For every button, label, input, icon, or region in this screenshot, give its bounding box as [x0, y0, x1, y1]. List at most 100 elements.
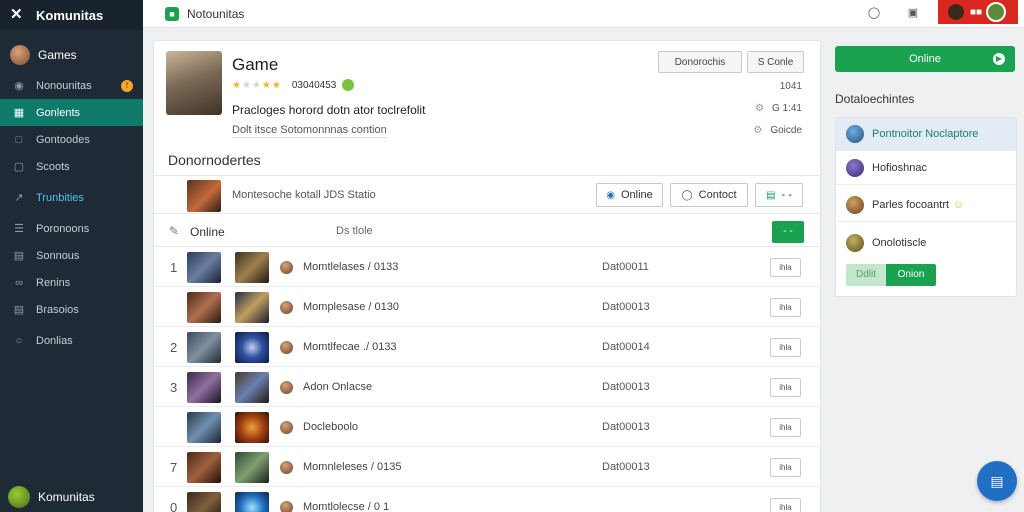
- add-button[interactable]: - -: [772, 221, 804, 243]
- sidebar-item-trunbities[interactable]: ↗ Trunbities: [0, 184, 143, 211]
- row-thumbnail: [235, 332, 269, 363]
- sidebar-badge: !: [121, 79, 133, 92]
- row-action-button[interactable]: ihla: [770, 458, 801, 477]
- table-row[interactable]: 0 Momtlolecse / 0 1 ihla: [154, 488, 822, 512]
- sidebar-item-gontoodes[interactable]: □ Gontoodes: [0, 126, 143, 153]
- contact-filter-label: Contoct: [698, 189, 737, 201]
- row-action-button[interactable]: ihla: [770, 338, 801, 357]
- avatar: [846, 125, 864, 143]
- avatar: [280, 341, 293, 354]
- status-label: Online: [909, 53, 941, 65]
- table-row[interactable]: 1 Momtlelases / 0133 Dat00011 ihla: [154, 248, 822, 287]
- secondary-action-button[interactable]: S Conle: [747, 51, 804, 73]
- gear-icon: ⚙: [755, 103, 764, 114]
- sidebar-item-label: Sonnous: [36, 249, 80, 262]
- footer-user-label: Komunitas: [38, 490, 95, 504]
- top-user-menu[interactable]: ■■: [938, 0, 1018, 24]
- avatar: [280, 461, 293, 474]
- sidebar-item-scoots[interactable]: ▢ Scoots: [0, 153, 143, 180]
- avatar: [986, 2, 1007, 22]
- grid-icon: ▦: [13, 107, 25, 119]
- row-number: 0: [170, 500, 178, 512]
- table-row[interactable]: 2 Momtlfecae ./ 0133 Dat00014 ihla: [154, 328, 822, 367]
- brand-name: Komunitas: [36, 7, 104, 23]
- table-row[interactable]: 7 Momnleleses / 0135 Dat00013 ihla: [154, 448, 822, 487]
- table-row[interactable]: Docleboolo Dat00013 ihla: [154, 408, 822, 447]
- sidebar-item-nonounitas[interactable]: ◉ Nonounitas !: [0, 72, 143, 99]
- row-action-button[interactable]: ihla: [770, 298, 801, 317]
- sidebar-item-gonlents[interactable]: ▦ Gonlents: [0, 99, 143, 126]
- filter-row: Montesoche kotall JDS Statio ◉ Online ◯ …: [154, 176, 822, 214]
- sidebar-item-label: Trunbities: [36, 191, 84, 204]
- avatar: [948, 4, 964, 20]
- row-name: Momplesase / 0130: [303, 301, 399, 313]
- row-thumbnail: [235, 412, 269, 443]
- notification-icon[interactable]: ▣: [906, 6, 920, 20]
- list-header-status: Ds tlole: [336, 225, 373, 237]
- row-date: Dat00014: [602, 341, 650, 353]
- row-action-button[interactable]: ihla: [770, 378, 801, 397]
- table-row[interactable]: Momplesase / 0130 Dat00013 ihla: [154, 288, 822, 327]
- sidebar-item-donlias[interactable]: ○ Donlias: [0, 327, 143, 354]
- online-status-button[interactable]: Online ▶: [835, 46, 1015, 72]
- users-icon: ◉: [14, 80, 24, 92]
- row-thumbnail: [187, 252, 221, 283]
- sidebar-item-label: Brasoios: [36, 303, 79, 316]
- row-date: Dat00013: [602, 381, 650, 393]
- list-item[interactable]: Pontnoitor Noclaptore: [836, 118, 1016, 151]
- extra-filter-button[interactable]: ▤ - -: [755, 183, 803, 207]
- shield-icon[interactable]: ◯: [867, 6, 881, 20]
- list-item[interactable]: Hofioshnac: [836, 152, 1016, 185]
- circle-icon: ○: [15, 334, 23, 347]
- online-filter-label: Online: [620, 189, 653, 201]
- verified-icon: [342, 79, 355, 91]
- avatar: [280, 381, 293, 394]
- emoji-icon: ☺: [953, 199, 965, 211]
- toggle-on-option[interactable]: Onion: [886, 264, 936, 286]
- row-number: 7: [170, 460, 178, 475]
- sidebar-item-renins[interactable]: ∞ Renins: [0, 269, 143, 296]
- clock-icon: ◯: [681, 189, 693, 201]
- brand[interactable]: ✕ Komunitas: [0, 0, 143, 30]
- list-item[interactable]: Onolotiscle: [836, 226, 1016, 259]
- sidebar-item-poronoons[interactable]: ☰ Poronoons: [0, 215, 143, 242]
- avatar: [846, 196, 864, 214]
- list-item-label: Parles focoantrt: [872, 199, 950, 211]
- list-item[interactable]: Parles focoantrt ☺: [836, 189, 1016, 222]
- table-row[interactable]: 3 Adon Onlacse Dat00013 ihla: [154, 368, 822, 407]
- rating-text: 03040453: [291, 79, 337, 91]
- primary-action-button[interactable]: Donorochis: [658, 51, 742, 73]
- star-rating-icon: ★★★★★: [232, 79, 282, 91]
- sidebar-user[interactable]: Games: [0, 40, 143, 70]
- sidebar-footer-user[interactable]: Komunitas: [8, 486, 95, 508]
- chat-button[interactable]: ▤: [977, 461, 1017, 501]
- right-panel-card: Pontnoitor Noclaptore Hofioshnac Parles …: [835, 117, 1017, 297]
- row-action-button[interactable]: ihla: [770, 258, 801, 277]
- game-subdescription[interactable]: Dolt itsce Sotomonnnas contion: [232, 124, 387, 138]
- komunitas-logo-icon: ✕: [10, 6, 23, 23]
- online-toggle[interactable]: Ddlit Onion: [846, 264, 936, 286]
- online-filter-button[interactable]: ◉ Online: [596, 183, 663, 207]
- game-rating: ★★★★★ 03040453: [232, 79, 355, 91]
- pencil-icon[interactable]: ✎: [169, 224, 179, 238]
- list-item-label: Pontnoitor Noclaptore: [872, 128, 979, 140]
- row-action-button[interactable]: ihla: [770, 418, 801, 437]
- row-number: 1: [170, 260, 178, 275]
- list-item-label: Onolotiscle: [872, 236, 927, 249]
- sidebar-item-brasoios[interactable]: ▤ Brasoios: [0, 296, 143, 323]
- extra-filter-label: - -: [781, 189, 792, 201]
- sidebar-item-label: Scoots: [36, 160, 70, 173]
- row-thumbnail: [235, 372, 269, 403]
- row-thumbnail: [187, 452, 221, 483]
- game-cover-image: [166, 51, 222, 115]
- arrow-right-icon: ▶: [993, 53, 1005, 65]
- row-action-button[interactable]: ihla: [770, 498, 801, 512]
- sidebar-item-label: Nonounitas: [36, 79, 92, 92]
- toggle-off-option[interactable]: Ddlit: [846, 264, 886, 286]
- meta-count: 1041: [779, 81, 802, 92]
- tab-notounitas[interactable]: ■ Notounitas: [165, 6, 244, 21]
- sidebar-item-label: Poronoons: [36, 222, 90, 235]
- row-date: Dat00013: [602, 461, 650, 473]
- sidebar-item-sonnous[interactable]: ▤ Sonnous: [0, 242, 143, 269]
- contact-filter-button[interactable]: ◯ Contoct: [670, 183, 748, 207]
